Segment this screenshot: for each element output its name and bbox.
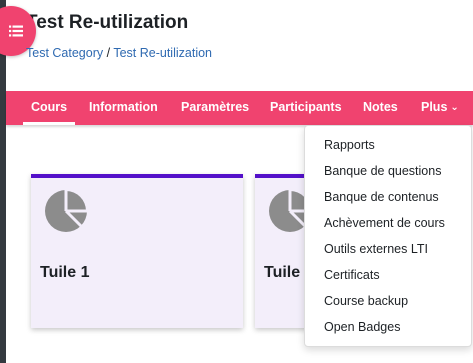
chevron-down-icon: ⌄ [450, 102, 459, 113]
menu-item-course-backup[interactable]: Course backup [324, 294, 408, 308]
tab-label: Plus [421, 100, 448, 114]
breadcrumb-category-link[interactable]: Test Category [26, 46, 103, 60]
tab-notes[interactable]: Notes [363, 91, 398, 125]
menu-item-outils-externes-lti[interactable]: Outils externes LTI [324, 242, 428, 256]
tab-information[interactable]: Information [89, 91, 158, 125]
menu-item-certificats[interactable]: Certificats [324, 268, 380, 282]
tab-label: Notes [363, 100, 398, 114]
tab-participants[interactable]: Participants [270, 91, 342, 125]
tile-card[interactable]: Tuile 1 [31, 174, 243, 328]
menu-item-achevement-cours[interactable]: Achèvement de cours [324, 216, 445, 230]
pie-chart-icon [45, 190, 87, 232]
list-icon [9, 25, 23, 37]
tab-parametres[interactable]: Paramètres [181, 91, 249, 125]
breadcrumb: Test Category / Test Re-utilization [26, 46, 212, 60]
tab-plus[interactable]: Plus ⌄ [421, 91, 459, 125]
menu-item-banque-questions[interactable]: Banque de questions [324, 164, 441, 178]
tab-label: Cours [31, 100, 68, 114]
tab-label: Paramètres [181, 100, 250, 114]
tab-cours[interactable]: Cours [22, 91, 76, 125]
tile-title: Tuile [264, 264, 301, 281]
tile-title: Tuile 1 [40, 264, 90, 281]
menu-item-open-badges[interactable]: Open Badges [324, 320, 400, 334]
page-title: Test Re-utilization [26, 12, 189, 33]
tab-label: Participants [270, 100, 342, 114]
tab-label: Information [89, 100, 158, 114]
menu-item-banque-contenus[interactable]: Banque de contenus [324, 190, 439, 204]
breadcrumb-separator: / [106, 46, 111, 60]
secondary-navigation: Cours Information Paramètres Participant… [6, 91, 473, 125]
breadcrumb-course-link[interactable]: Test Re-utilization [113, 46, 212, 60]
menu-item-rapports[interactable]: Rapports [324, 138, 375, 152]
more-menu-dropdown: Rapports Banque de questions Banque de c… [304, 125, 472, 347]
